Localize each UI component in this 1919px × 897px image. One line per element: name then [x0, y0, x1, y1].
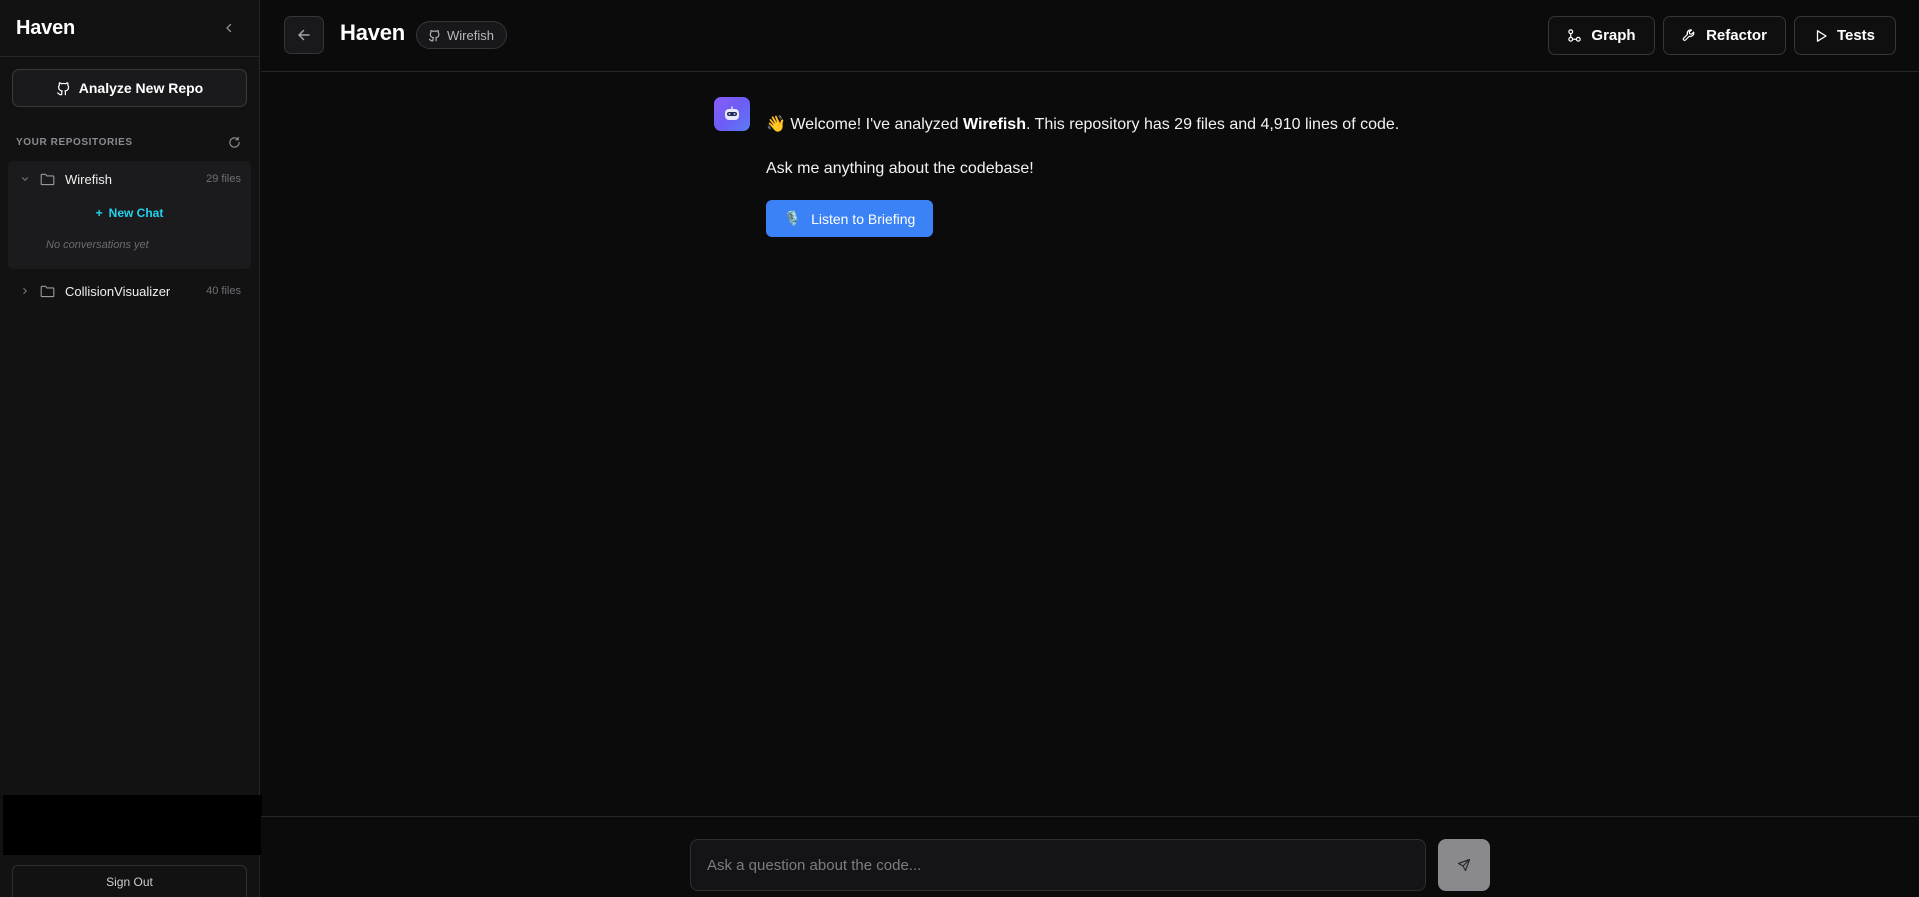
send-button[interactable]	[1438, 839, 1490, 891]
analyze-new-repo-label: Analyze New Repo	[78, 80, 204, 96]
back-button[interactable]	[284, 16, 324, 54]
assistant-message: 👋 Welcome! I've analyzed Wirefish. This …	[766, 113, 1666, 181]
refresh-icon	[228, 136, 240, 148]
repo-chip[interactable]: Wirefish	[416, 21, 507, 49]
graph-icon	[1568, 29, 1582, 42]
listen-to-briefing-button[interactable]: 🎙️ Listen to Briefing	[766, 200, 933, 237]
github-icon	[428, 29, 440, 42]
wrench-icon	[1682, 29, 1695, 41]
account-redacted	[3, 795, 262, 855]
collapse-sidebar-button[interactable]	[219, 18, 239, 38]
repo-file-count: 40 files	[206, 285, 241, 297]
tests-label: Tests	[1836, 27, 1876, 44]
arrow-left-icon	[298, 29, 310, 41]
graph-label: Graph	[1591, 27, 1636, 44]
repo-row-wirefish[interactable]: Wirefish 29 files	[8, 161, 251, 197]
refactor-label: Refactor	[1706, 27, 1767, 44]
chevron-right-icon	[20, 286, 32, 296]
welcome-prefix: Welcome! I've analyzed	[785, 116, 963, 133]
chevron-left-icon	[226, 23, 232, 33]
repositories-header: YOUR REPOSITORIES	[16, 134, 242, 150]
welcome-line: 👋 Welcome! I've analyzed Wirefish. This …	[766, 113, 1666, 137]
welcome-suffix: . This repository has 29 files and 4,910…	[1025, 116, 1400, 133]
top-bar: Haven Wirefish Graph Refactor Tests	[261, 0, 1919, 72]
wave-emoji: 👋	[766, 116, 786, 133]
folder-icon	[40, 285, 56, 298]
assistant-avatar	[714, 97, 750, 131]
repo-item-collisionvisualizer: CollisionVisualizer 40 files	[8, 273, 251, 309]
page-title: Haven	[340, 20, 406, 45]
listen-to-briefing-label: Listen to Briefing	[811, 210, 916, 227]
refactor-button[interactable]: Refactor	[1663, 16, 1786, 55]
graph-button[interactable]: Graph	[1548, 16, 1655, 55]
play-icon	[1816, 29, 1827, 42]
repo-name: Wirefish	[65, 171, 112, 187]
plus-icon: +	[95, 206, 103, 220]
sidebar-header: Haven	[0, 0, 259, 57]
ask-question-input[interactable]	[690, 839, 1426, 891]
repo-row-collisionvisualizer[interactable]: CollisionVisualizer 40 files	[8, 273, 251, 309]
welcome-prompt: Ask me anything about the codebase!	[766, 160, 1034, 177]
repo-file-count: 29 files	[206, 173, 241, 185]
refresh-repos-button[interactable]	[226, 134, 242, 150]
repositories-label: YOUR REPOSITORIES	[16, 136, 133, 148]
sidebar-title: Haven	[16, 16, 76, 39]
composer	[261, 816, 1919, 897]
repo-name: CollisionVisualizer	[65, 283, 171, 299]
robot-icon	[725, 106, 739, 120]
repo-chip-label: Wirefish	[447, 27, 494, 43]
sidebar: Haven Analyze New Repo YOUR REPOSITORIES	[0, 0, 262, 897]
repo-item-wirefish: Wirefish 29 files + New Chat No conversa…	[8, 161, 251, 269]
no-conversations-text: No conversations yet	[46, 239, 149, 251]
welcome-repo-name: Wirefish	[962, 116, 1026, 133]
folder-icon	[40, 173, 56, 186]
new-chat-label: New Chat	[108, 206, 164, 220]
chevron-down-icon	[20, 174, 32, 184]
sign-out-button[interactable]: Sign Out	[12, 865, 247, 897]
microphone-icon: 🎙️	[783, 210, 802, 226]
send-icon	[1457, 858, 1471, 872]
new-chat-button[interactable]: + New Chat	[8, 206, 251, 220]
github-icon	[56, 81, 69, 95]
tests-button[interactable]: Tests	[1794, 16, 1896, 55]
analyze-new-repo-button[interactable]: Analyze New Repo	[12, 69, 247, 107]
